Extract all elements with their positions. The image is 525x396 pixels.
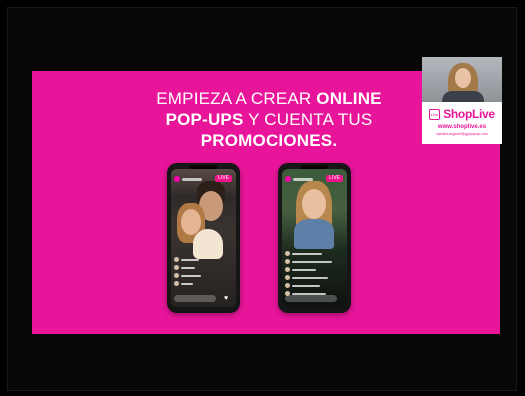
phone-mockup-2: LIVE: [278, 163, 351, 313]
slide-headline: EMPIEZA A CREAR ONLINE POP-UPS Y CUENTA …: [150, 88, 388, 151]
brand-email: carolina.argente@gyopopup.com: [436, 132, 488, 136]
chat-list: [174, 257, 210, 289]
stream-topbar: [285, 175, 319, 183]
brand-url: www.shoplive.es: [437, 124, 487, 130]
live-badge: LIVE: [215, 175, 232, 182]
presenter-face: [455, 68, 471, 88]
woman-face: [302, 189, 326, 219]
brand-card: Live ShopLive www.shoplive.es carolina.a…: [422, 102, 502, 144]
chat-list: [285, 251, 340, 299]
headline-line2-bold: POP-UPS: [165, 110, 244, 129]
headline-line2-regular: Y CUENTA TUS: [243, 110, 373, 129]
shoplive-logo-icon: Live: [429, 108, 441, 120]
headline-line1-regular: EMPIEZA A CREAR: [156, 89, 317, 108]
phone-mockup-1: LIVE ♥: [167, 163, 240, 313]
phone-screen-1: LIVE ♥: [171, 169, 236, 307]
comment-input[interactable]: [174, 295, 216, 302]
phone-screen-2: LIVE: [282, 169, 347, 307]
headline-line3-bold: PROMOCIONES.: [200, 131, 338, 150]
brand-name: ShopLive: [443, 107, 495, 121]
presenter-shirt: [442, 91, 484, 102]
woman-top: [193, 229, 223, 259]
webcam-feed: [422, 57, 502, 102]
woman-shirt: [294, 219, 334, 249]
headline-line1-bold: ONLINE: [316, 89, 382, 108]
live-badge: LIVE: [326, 175, 343, 182]
heart-icon[interactable]: ♥: [224, 295, 231, 302]
stream-topbar: [174, 175, 208, 183]
comment-input[interactable]: [285, 295, 337, 302]
